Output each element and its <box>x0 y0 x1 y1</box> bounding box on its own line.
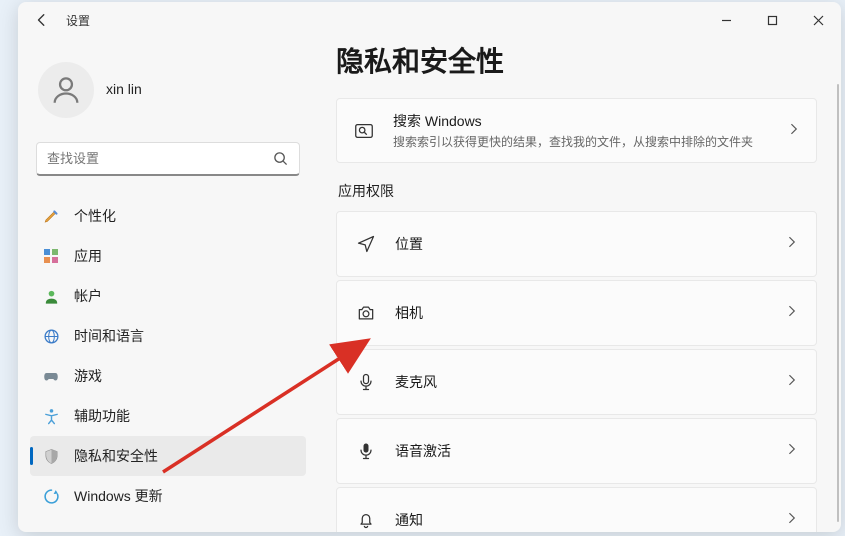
card-title: 搜索 Windows <box>393 111 770 131</box>
account-name: xin lin <box>106 81 142 97</box>
content-scrollbar[interactable] <box>837 84 839 522</box>
titlebar: 设置 <box>18 2 841 38</box>
update-icon <box>42 487 60 505</box>
sidebar-item-time-language[interactable]: 时间和语言 <box>30 316 306 356</box>
search-windows-icon <box>353 120 375 142</box>
sidebar-item-label: Windows 更新 <box>74 486 163 506</box>
search-windows-card[interactable]: 搜索 Windows 搜索索引以获得更快的结果，查找我的文件，从搜索中排除的文件… <box>336 98 817 163</box>
sidebar-item-label: 个性化 <box>74 206 116 226</box>
sidebar-item-privacy[interactable]: 隐私和安全性 <box>30 436 306 476</box>
permission-voice-activation[interactable]: 语音激活 <box>336 418 817 484</box>
person-icon <box>42 287 60 305</box>
nav: 个性化 应用 帐户 时 <box>30 192 306 520</box>
permission-label: 位置 <box>395 234 768 254</box>
camera-icon <box>355 302 377 324</box>
voice-icon <box>355 440 377 462</box>
minimize-button[interactable] <box>703 5 749 35</box>
page-title: 隐私和安全性 <box>336 40 817 80</box>
sidebar-item-windows-update[interactable]: Windows 更新 <box>30 476 306 516</box>
close-button[interactable] <box>795 5 841 35</box>
sidebar-item-apps[interactable]: 应用 <box>30 236 306 276</box>
permission-location[interactable]: 位置 <box>336 211 817 277</box>
bell-icon <box>355 509 377 531</box>
section-label: 应用权限 <box>338 181 817 201</box>
permission-notifications[interactable]: 通知 <box>336 487 817 532</box>
sidebar-item-label: 隐私和安全性 <box>74 446 158 466</box>
card-desc: 搜索索引以获得更快的结果，查找我的文件，从搜索中排除的文件夹 <box>393 133 770 150</box>
sidebar: xin lin 个性化 <box>18 38 318 532</box>
sidebar-item-label: 帐户 <box>74 286 102 306</box>
gamepad-icon <box>42 367 60 385</box>
permission-label: 通知 <box>395 510 768 530</box>
permission-label: 麦克风 <box>395 372 768 392</box>
apps-icon <box>42 247 60 265</box>
shield-icon <box>42 447 60 465</box>
globe-icon <box>42 327 60 345</box>
back-button[interactable] <box>30 8 54 32</box>
search-icon <box>273 151 289 167</box>
location-icon <box>355 233 377 255</box>
chevron-right-icon <box>786 304 798 322</box>
sidebar-item-label: 时间和语言 <box>74 326 144 346</box>
permission-microphone[interactable]: 麦克风 <box>336 349 817 415</box>
sidebar-item-label: 游戏 <box>74 366 102 386</box>
chevron-right-icon <box>786 373 798 391</box>
accessibility-icon <box>42 407 60 425</box>
search-input[interactable] <box>47 151 265 166</box>
chevron-right-icon <box>788 122 800 140</box>
maximize-button[interactable] <box>749 5 795 35</box>
sidebar-item-accounts[interactable]: 帐户 <box>30 276 306 316</box>
sidebar-item-label: 应用 <box>74 246 102 266</box>
main-content: 隐私和安全性 搜索 Windows 搜索索引以获得更快的结果，查找我的文件，从搜… <box>318 38 841 532</box>
chevron-right-icon <box>786 511 798 529</box>
permission-camera[interactable]: 相机 <box>336 280 817 346</box>
mic-icon <box>355 371 377 393</box>
permission-label: 语音激活 <box>395 441 768 461</box>
avatar <box>38 62 94 118</box>
app-title: 设置 <box>66 12 90 29</box>
chevron-right-icon <box>786 235 798 253</box>
brush-icon <box>42 207 60 225</box>
sidebar-item-accessibility[interactable]: 辅助功能 <box>30 396 306 436</box>
permission-label: 相机 <box>395 303 768 323</box>
sidebar-item-personalization[interactable]: 个性化 <box>30 196 306 236</box>
sidebar-item-gaming[interactable]: 游戏 <box>30 356 306 396</box>
chevron-right-icon <box>786 442 798 460</box>
sidebar-item-label: 辅助功能 <box>74 406 130 426</box>
search-box[interactable] <box>36 142 300 176</box>
account-block[interactable]: xin lin <box>30 38 306 134</box>
